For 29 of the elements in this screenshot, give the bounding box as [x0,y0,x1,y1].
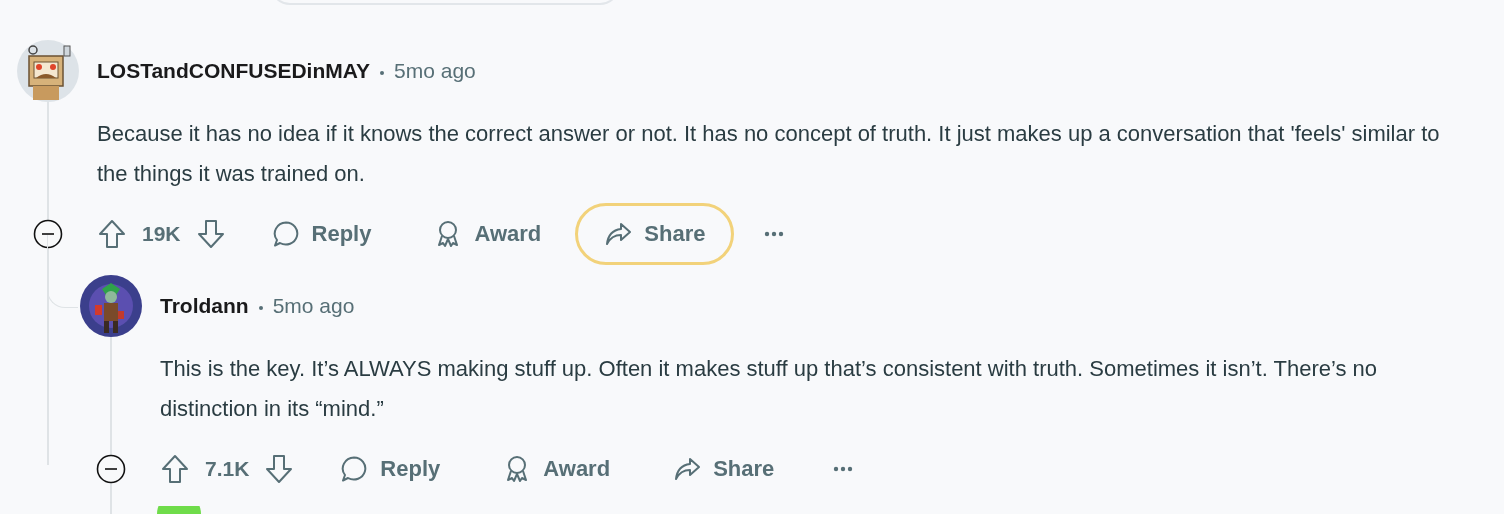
speech-bubble-icon [340,455,369,483]
comment-text: This is the key. It’s ALWAYS making stuff up. Often it makes stuff up that’s consistent with truth. Sometimes it isn’t. There’s no distinction in its “mind.” [160,355,1379,423]
more-icon[interactable] [764,231,785,237]
upvote-icon[interactable] [161,454,189,484]
username[interactable]: LOSTandCONFUSEDinMAY [97,59,370,83]
award-button[interactable]: Award [474,438,640,500]
collapse-icon[interactable] [96,454,126,484]
upvote-icon[interactable] [98,219,126,249]
reply-button[interactable]: Reply [242,203,401,265]
award-button[interactable]: Award [405,203,571,265]
vote-count: 7.1K [205,457,250,481]
comment-text: Because it has no idea if it knows the correct answer or not. It has no concept of truth. It just makes up a conversation that 'feels' similar to the things it was trained on. [97,120,1441,188]
separator-dot [258,305,263,310]
timestamp: 5mo ago [272,294,355,318]
share-button[interactable]: Share [575,203,735,265]
collapse-icon[interactable] [33,219,63,249]
avatar[interactable] [80,275,142,337]
downvote-icon[interactable] [196,219,225,249]
share-button[interactable]: Share [644,438,804,500]
downvote-icon[interactable] [265,454,294,484]
share-arrow-icon [673,455,702,483]
reply-button[interactable]: Reply [311,438,470,500]
timestamp: 5mo ago [394,59,476,83]
vote-count: 19K [142,222,181,246]
username[interactable]: Troldann [160,294,249,318]
share-arrow-icon [604,220,633,248]
speech-bubble-icon [271,220,300,248]
more-icon[interactable] [833,466,854,472]
separator-dot [380,70,384,75]
